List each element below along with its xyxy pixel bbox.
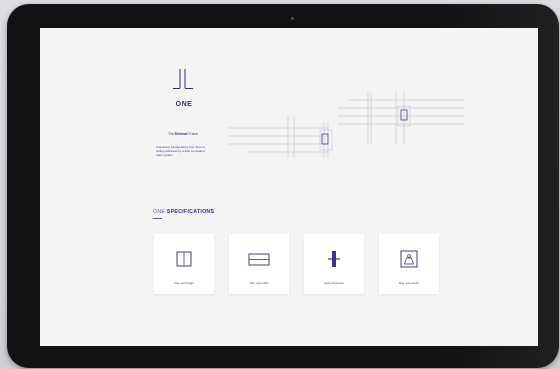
one-logo-icon <box>173 69 193 89</box>
leaf-weight-icon <box>400 250 418 268</box>
spec-card-glass-thickness[interactable]: Glass thickness <box>304 234 364 294</box>
spec-card-label: Glass thickness <box>324 281 344 285</box>
heading-underline <box>153 218 162 219</box>
screen-webpage: ONE The Minimal Frame Frameless transpar… <box>40 28 538 346</box>
leaf-width-icon <box>248 253 270 266</box>
spec-card-leaf-weight[interactable]: Max. leaf weight <box>379 234 439 294</box>
brand-tagline: The Minimal Frame <box>168 132 199 136</box>
spec-card-leaf-height[interactable]: Max. leaf height <box>154 234 214 294</box>
hero-description: Frameless transparency from floor to cei… <box>156 145 206 158</box>
spec-card-label: Max. leaf width <box>249 281 269 285</box>
spec-card-leaf-width[interactable]: Max. leaf width <box>229 234 289 294</box>
spec-card-label: Max. leaf weight <box>398 281 420 285</box>
leaf-height-icon <box>176 251 192 267</box>
frame-section-drawing <box>228 92 464 158</box>
monitor-bezel: ONE The Minimal Frame Frameless transpar… <box>7 4 559 368</box>
webcam-icon <box>291 17 294 20</box>
brand-wordmark: ONE <box>175 101 193 108</box>
desk-background: ONE The Minimal Frame Frameless transpar… <box>0 0 560 369</box>
spec-card-label: Max. leaf height <box>174 281 194 285</box>
glass-thickness-icon <box>328 251 340 267</box>
specifications-heading: ONE SPECIFICATIONS <box>153 209 215 215</box>
